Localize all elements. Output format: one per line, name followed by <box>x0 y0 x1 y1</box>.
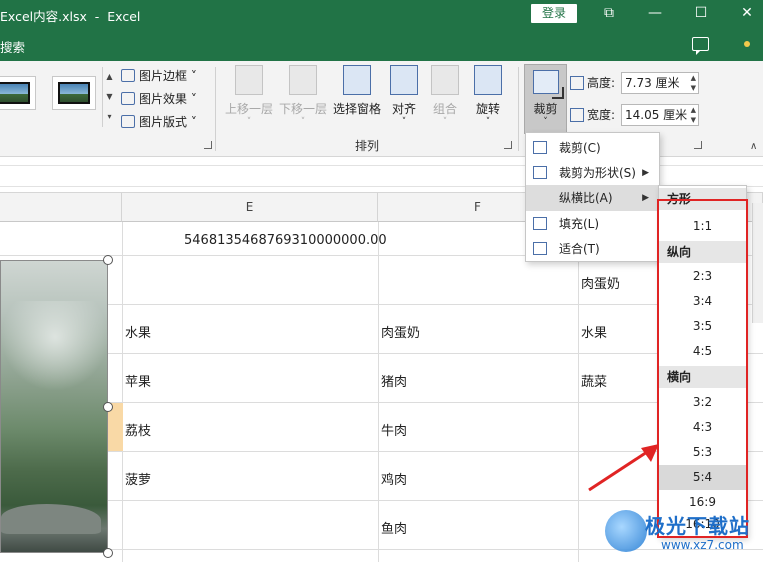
title-bar: Excel内容.xlsx - Excel 登录 ⧉ — ☐ ✕ <box>0 0 763 29</box>
menu-fill[interactable]: 填充(L) <box>526 211 659 237</box>
shape-width-row: 宽度: 14.05 厘米 ▲ ▼ <box>570 103 700 127</box>
close-button[interactable]: ✕ <box>724 0 763 29</box>
cell-f2[interactable]: 肉蛋奶 <box>381 322 420 341</box>
collapse-ribbon-icon[interactable]: ∧ <box>750 141 757 152</box>
cell-d3[interactable]: 苹果 <box>125 371 151 390</box>
crop-icon <box>532 70 564 99</box>
picture-border-button[interactable]: 图片边框 ˅ <box>121 66 197 86</box>
menu-aspect-ratio[interactable]: 纵横比(A) ▶ <box>526 185 659 211</box>
selected-picture[interactable] <box>0 260 109 553</box>
fit-icon <box>533 242 547 255</box>
align-button[interactable]: 对齐 ˅ <box>387 65 421 127</box>
notification-dot-icon <box>744 41 750 47</box>
vertical-scrollbar[interactable] <box>752 203 763 323</box>
height-icon <box>570 76 584 90</box>
height-input[interactable]: 7.73 厘米 ▲ ▼ <box>621 72 699 94</box>
fill-icon <box>533 217 547 230</box>
picture-layout-button[interactable]: 图片版式 ˅ <box>121 112 197 132</box>
width-icon <box>570 108 584 122</box>
cell-g3[interactable]: 蔬菜 <box>581 371 607 390</box>
cell-f5[interactable]: 鸡肉 <box>381 469 407 488</box>
rotate-icon <box>474 65 502 95</box>
align-icon <box>390 65 418 95</box>
cell-g1[interactable]: 肉蛋奶 <box>581 273 620 292</box>
style-gallery-scroll[interactable]: ▲ ▼ ▾ <box>102 67 116 127</box>
size-launcher-icon[interactable] <box>694 141 702 149</box>
grid-line <box>0 353 763 354</box>
resize-handle[interactable] <box>103 548 113 558</box>
cell-f3[interactable]: 猪肉 <box>381 371 407 390</box>
group-icon <box>431 65 459 95</box>
group-button[interactable]: 组合 ˅ <box>428 65 462 127</box>
crop-dropdown-menu: 裁剪(C) 裁剪为形状(S) ▶ 纵横比(A) ▶ 填充(L) 适合(T) <box>525 132 660 262</box>
picture-effects-button[interactable]: 图片效果 ˅ <box>121 89 197 109</box>
send-backward-icon <box>289 65 317 95</box>
column-header-d[interactable] <box>0 193 122 222</box>
selection-pane-button[interactable]: 选择窗格 <box>331 65 383 117</box>
menu-crop-to-shape[interactable]: 裁剪为形状(S) ▶ <box>526 160 659 186</box>
grid-line <box>122 222 123 562</box>
cell-d2[interactable]: 水果 <box>125 322 151 341</box>
search-label[interactable]: 搜索 <box>0 37 25 56</box>
cell-d4[interactable]: 荔枝 <box>125 420 151 439</box>
cell-f6[interactable]: 鱼肉 <box>381 518 407 537</box>
crop-icon <box>533 141 547 154</box>
width-spinner-icon[interactable]: ▲ ▼ <box>691 105 696 125</box>
submenu-arrow-icon: ▶ <box>642 168 649 178</box>
picture-effects-icon <box>121 92 135 105</box>
shape-icon <box>533 166 547 179</box>
bring-forward-button[interactable]: 上移一层 ˅ <box>224 65 274 127</box>
maximize-button[interactable]: ☐ <box>678 0 724 29</box>
crop-button[interactable]: 裁剪 ˅ <box>524 64 567 134</box>
gallery-up-icon[interactable]: ▲ <box>103 67 116 87</box>
height-spinner-icon[interactable]: ▲ ▼ <box>691 73 696 93</box>
minimize-button[interactable]: — <box>632 0 678 29</box>
shape-height-row: 高度: 7.73 厘米 ▲ ▼ <box>570 71 700 95</box>
grid-line <box>0 500 763 501</box>
watermark-url: www.xz7.com <box>661 538 744 552</box>
cell-d5[interactable]: 菠萝 <box>125 469 151 488</box>
cell-f4[interactable]: 牛肉 <box>381 420 407 439</box>
column-header-e[interactable]: E <box>122 193 378 222</box>
cell-e-value[interactable]: 5468135468769310000000.00 <box>184 233 387 248</box>
grid-line <box>578 222 579 562</box>
submenu-arrow-icon: ▶ <box>642 193 649 203</box>
watermark-logo-icon <box>605 510 647 552</box>
grid-line <box>378 222 379 562</box>
picture-layout-icon <box>121 115 135 128</box>
window-title: Excel内容.xlsx - Excel <box>0 9 141 24</box>
watermark: 极光下载站 www.xz7.com <box>605 508 763 560</box>
annotation-highlight-box <box>657 199 748 538</box>
picture-styles-launcher-icon[interactable] <box>204 141 212 149</box>
ribbon-separator <box>215 67 216 151</box>
picture-style-thumb[interactable] <box>0 76 36 110</box>
login-button[interactable]: 登录 <box>531 4 577 23</box>
comment-icon[interactable] <box>692 37 709 55</box>
ribbon-display-icon[interactable]: ⧉ <box>586 0 632 29</box>
grid-line <box>0 304 763 305</box>
resize-handle[interactable] <box>103 255 113 265</box>
ribbon-separator <box>518 67 519 151</box>
menu-fit[interactable]: 适合(T) <box>526 236 659 262</box>
gallery-more-icon[interactable]: ▾ <box>103 107 116 127</box>
cell-g2[interactable]: 水果 <box>581 322 607 341</box>
width-input[interactable]: 14.05 厘米 ▲ ▼ <box>621 104 699 126</box>
menu-crop[interactable]: 裁剪(C) <box>526 135 659 161</box>
watermark-title: 极光下载站 <box>645 514 750 538</box>
selection-pane-icon <box>343 65 371 95</box>
arrange-group-label: 排列 <box>355 139 380 153</box>
arrange-launcher-icon[interactable] <box>504 141 512 149</box>
search-bar: 搜索 <box>0 29 763 61</box>
rotate-button[interactable]: 旋转 ˅ <box>470 65 506 127</box>
gallery-down-icon[interactable]: ▼ <box>103 87 116 107</box>
bring-forward-icon <box>235 65 263 95</box>
send-backward-button[interactable]: 下移一层 ˅ <box>278 65 328 127</box>
picture-border-icon <box>121 69 135 82</box>
resize-handle[interactable] <box>103 402 113 412</box>
annotation-arrow-icon <box>588 444 659 492</box>
picture-style-thumb[interactable] <box>52 76 96 110</box>
